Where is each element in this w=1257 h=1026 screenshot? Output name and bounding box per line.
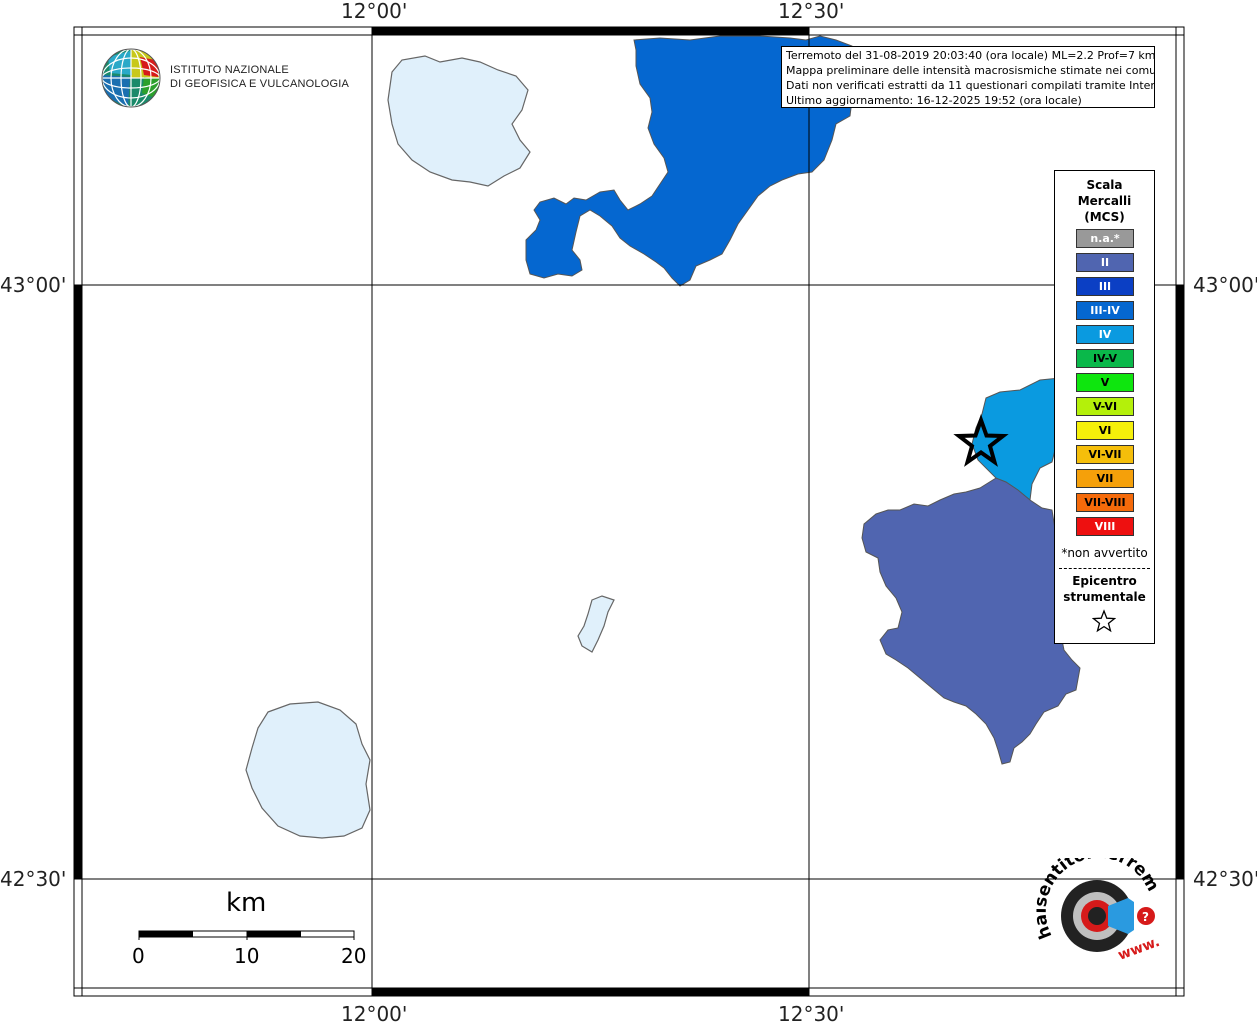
lon-label-bottom-12-30: 12°30' <box>778 1002 845 1026</box>
legend-epicentre-label: Epicentro strumentale <box>1063 574 1146 604</box>
ingv-name-line1: ISTITUTO NAZIONALE <box>170 64 289 76</box>
lake-trasimeno <box>387 55 531 187</box>
legend-swatch-vii: VII <box>1076 469 1134 488</box>
comune-intensity-ii <box>861 477 1081 765</box>
lake-corbara <box>577 595 615 653</box>
event-info-line2: Mappa preliminare delle intensità macros… <box>786 64 1155 77</box>
scale-tick-10: 10 <box>234 944 260 968</box>
mcs-legend: Scala Mercalli (MCS) n.a.* II III III-IV IV I… <box>1054 170 1155 644</box>
scale-tick-0: 0 <box>132 944 145 968</box>
legend-swatch-iii: III <box>1076 277 1134 296</box>
legend-title: Scala Mercalli (MCS) <box>1077 178 1132 224</box>
legend-swatch-n-a: n.a.* <box>1076 229 1134 248</box>
legend-swatch-iii-iv: III-IV <box>1076 301 1134 320</box>
event-info-line4: Ultimo aggiornamento: 16-12-2025 19:52 (… <box>786 94 1082 107</box>
lon-label-bottom-12-00: 12°00' <box>341 1002 408 1026</box>
lon-label-top-12-00: 12°00' <box>341 0 408 23</box>
legend-swatch-iv: IV <box>1076 325 1134 344</box>
lon-label-top-12-30: 12°30' <box>778 0 845 23</box>
lat-label-right-43-00: 43°00' <box>1193 273 1257 297</box>
lat-label-left-43-00: 43°00' <box>0 273 67 297</box>
event-info-line3: Dati non verificati estratti da 11 quest… <box>786 79 1155 92</box>
legend-swatch-v-vi: V-VI <box>1076 397 1134 416</box>
event-info-box: Terremoto del 31-08-2019 20:03:40 (ora l… <box>781 46 1155 108</box>
ingv-globe-icon <box>101 48 161 108</box>
legend-swatch-vi-vii: VI-VII <box>1076 445 1134 464</box>
legend-swatch-vi: VI <box>1076 421 1134 440</box>
legend-swatch-iv-v: IV-V <box>1076 349 1134 368</box>
svg-text:?: ? <box>1142 910 1149 924</box>
lat-label-left-42-30: 42°30' <box>0 867 67 891</box>
legend-swatch-ii: II <box>1076 253 1134 272</box>
lat-label-right-42-30: 42°30' <box>1193 867 1257 891</box>
lake-bolsena <box>245 701 371 839</box>
event-info-line1: Terremoto del 31-08-2019 20:03:40 (ora l… <box>786 49 1155 62</box>
legend-swatch-vii-viii: VII-VIII <box>1076 493 1134 512</box>
legend-na-note: *non avvertito <box>1061 546 1148 560</box>
haisentito-logo: haisentitoilterremoto.it www. ? <box>1036 858 1163 964</box>
scale-bar <box>138 930 355 940</box>
ingv-logo: ISTITUTO NAZIONALE DI GEOFISICA E VULCAN… <box>100 47 349 113</box>
legend-star-icon <box>1092 609 1116 633</box>
legend-divider <box>1059 568 1150 569</box>
legend-swatch-viii: VIII <box>1076 517 1134 536</box>
scale-bar-unit: km <box>226 888 267 918</box>
ingv-name-line2: DI GEOFISICA E VULCANOLOGIA <box>170 78 349 90</box>
scale-tick-20: 20 <box>341 944 367 968</box>
legend-swatch-v: V <box>1076 373 1134 392</box>
